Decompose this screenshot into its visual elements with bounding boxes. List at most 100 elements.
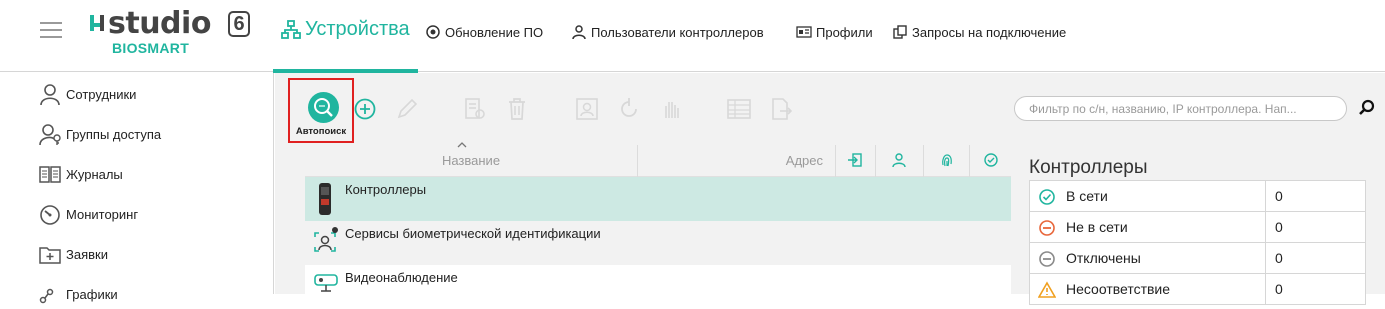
table-header: Название Адрес [305,142,1011,177]
status-label: В сети [1066,188,1108,204]
status-label: Не в сети [1066,219,1128,235]
sidebar: Сотрудники Группы доступа Журналы Монито… [0,73,274,304]
tree-row-controllers[interactable]: Контроллеры [305,177,1011,221]
column-fingerprint-icon[interactable] [939,152,955,168]
disabled-minus-icon [1039,251,1055,267]
update-icon [426,25,440,39]
schedule-icon [39,288,54,304]
column-divider [637,145,638,177]
controllers-summary-title: Контроллеры [1029,157,1148,178]
journal-icon [39,166,61,183]
scrollbar[interactable] [1377,73,1385,294]
nav-connection-requests-label: Запросы на подключение [912,24,1067,40]
person-icon [40,84,60,106]
status-count: 0 [1265,273,1366,305]
sidebar-item-journals[interactable]: Журналы [38,161,123,187]
controllers-summary-panel: Контроллеры В сети 0 Не в сети 0 Отключе… [1011,145,1385,305]
table-view-icon[interactable] [726,96,752,122]
status-count: 0 [1265,211,1366,243]
offline-minus-icon [1039,220,1055,236]
logo-text: studio [108,6,211,41]
column-status-check-icon[interactable] [983,152,999,168]
status-label-cell: Несоответствие [1029,273,1266,305]
nav-controller-users[interactable]: Пользователи контроллеров [571,22,764,42]
sidebar-item-schedules[interactable]: Графики [38,281,118,307]
status-row-mismatch: Несоответствие 0 [1029,273,1366,305]
biometric-service-icon [314,227,338,252]
status-count: 0 [1265,180,1366,212]
sidebar-item-label: Мониторинг [66,206,139,222]
column-header-name[interactable]: Название [305,153,637,168]
reboot-icon[interactable] [616,96,642,122]
connect-request-icon [893,25,907,39]
hand-icon[interactable] [658,96,684,122]
online-check-icon [1039,189,1055,205]
logo-bars-icon [90,15,104,31]
edit-icon[interactable] [394,96,420,122]
app-logo: studio 6 BIOSMART [88,6,258,60]
tree-row-label: Видеонаблюдение [345,270,458,285]
nav-profiles[interactable]: Профили [796,22,873,42]
profile-card-icon [796,26,812,38]
autosearch-button[interactable]: Автопоиск [288,78,354,143]
column-divider [969,145,970,177]
column-header-address[interactable]: Адрес [639,153,823,168]
logo-subtitle: BIOSMART [112,40,190,56]
status-row-disabled: Отключены 0 [1029,242,1366,274]
sidebar-item-requests[interactable]: Заявки [38,241,108,267]
nav-controller-users-label: Пользователи контроллеров [591,24,764,40]
controller-device-icon [319,183,331,215]
sidebar-item-label: Заявки [66,246,108,262]
sort-asc-icon[interactable] [455,140,469,150]
sidebar-item-monitoring[interactable]: Мониторинг [38,201,138,227]
nav-connection-requests[interactable]: Запросы на подключение [892,22,1066,42]
search-icon[interactable] [1358,99,1376,117]
nav-devices-tab[interactable]: Устройства [273,0,418,73]
nav-firmware-update-label: Обновление ПО [445,24,544,40]
add-icon[interactable] [352,96,378,122]
access-group-icon [39,124,61,146]
status-label: Отключены [1066,250,1141,266]
column-login-icon[interactable] [847,152,863,168]
sidebar-item-label: Графики [66,286,118,302]
sidebar-item-access-groups[interactable]: Группы доступа [38,121,161,147]
sidebar-item-employees[interactable]: Сотрудники [38,81,136,107]
trash-icon[interactable] [504,96,530,122]
export-icon[interactable] [768,96,794,122]
tree-row-label: Контроллеры [345,182,427,197]
logo-version: 6 [228,11,250,37]
filter-input[interactable] [1014,96,1347,121]
controllers-status-table: В сети 0 Не в сети 0 Отключены 0 Несоотв… [1029,180,1366,305]
column-divider [923,145,924,177]
device-settings-icon[interactable] [462,96,488,122]
device-tree-icon [281,20,301,39]
tree-row-biometric-services[interactable]: Сервисы биометрической идентификации [305,221,1011,265]
status-label: Несоответствие [1066,281,1171,297]
monitoring-icon [40,205,60,225]
status-count: 0 [1265,242,1366,274]
column-user-icon[interactable] [891,152,907,168]
status-label-cell: Не в сети [1029,211,1266,243]
status-label-cell: Отключены [1029,242,1266,274]
autosearch-icon [308,92,339,123]
column-divider [835,145,836,177]
app-header: studio 6 BIOSMART Устройства Обновление … [0,0,1385,73]
hamburger-menu-icon[interactable] [40,20,64,40]
sidebar-item-label: Сотрудники [66,86,137,102]
status-row-offline: Не в сети 0 [1029,211,1366,243]
mismatch-warning-icon [1038,281,1056,298]
tree-row-video-surveillance[interactable]: Видеонаблюдение [305,265,1011,309]
status-row-online: В сети 0 [1029,180,1366,212]
status-label-cell: В сети [1029,180,1266,212]
autosearch-label: Автопоиск [295,126,347,137]
sidebar-item-label: Журналы [66,166,123,182]
sidebar-item-label: Группы доступа [66,126,162,142]
nav-firmware-update[interactable]: Обновление ПО [425,22,543,42]
tree-row-label: Сервисы биометрической идентификации [345,226,601,241]
nav-devices-label: Устройства [305,18,410,40]
column-divider [875,145,876,177]
user-card-icon[interactable] [574,96,600,122]
user-icon [572,25,586,40]
nav-profiles-label: Профили [816,24,873,40]
requests-icon [39,247,61,264]
